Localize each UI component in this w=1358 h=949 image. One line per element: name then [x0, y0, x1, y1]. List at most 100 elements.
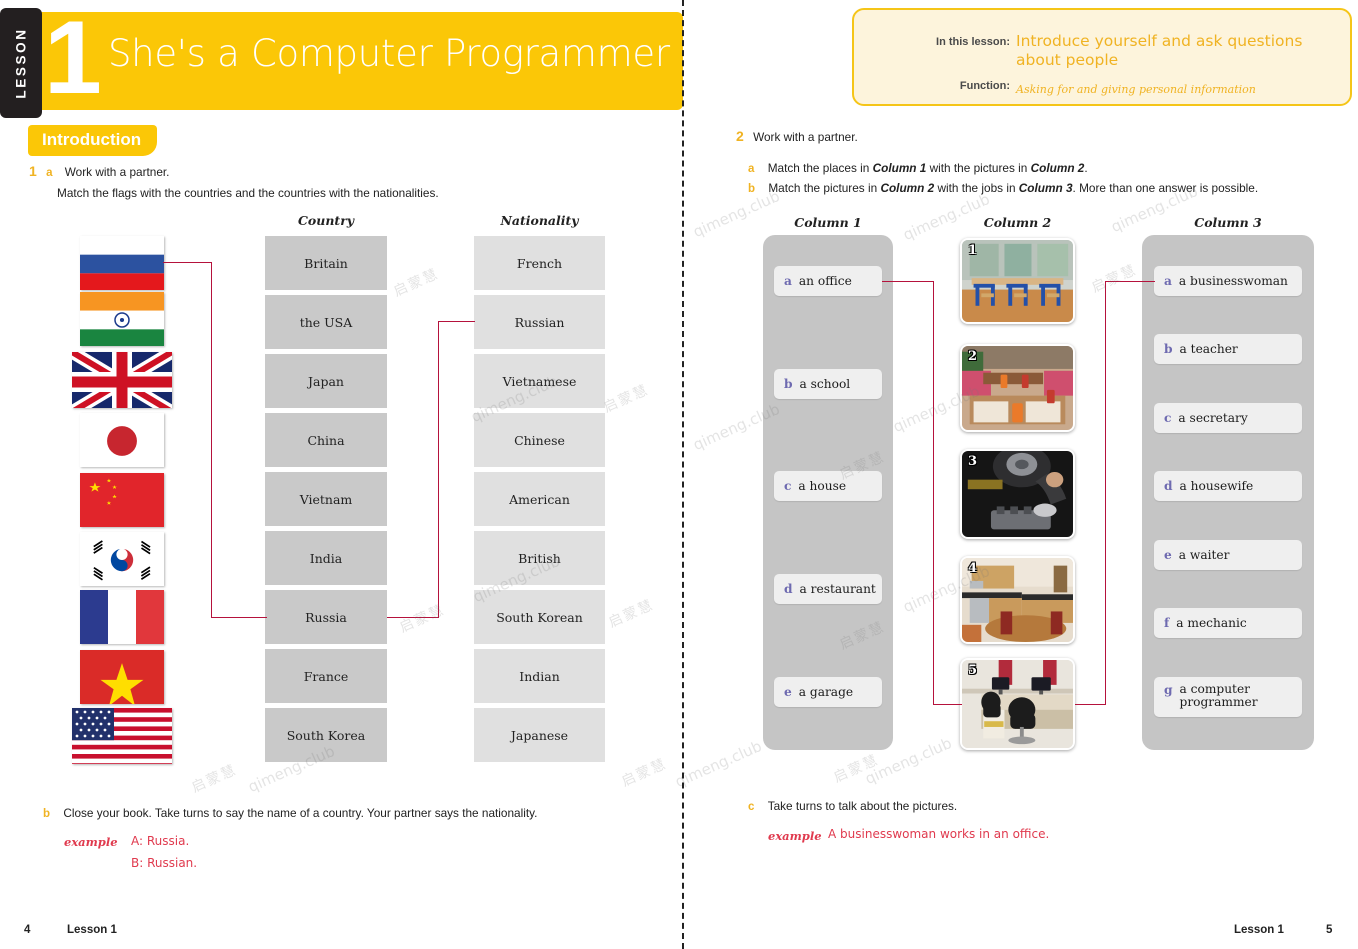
answer-line-place-to-picture	[933, 281, 935, 705]
caption-country: Country	[297, 213, 355, 228]
exercise-2b-row: b Match the pictures in Column 2 with th…	[748, 181, 1258, 195]
answer-line-picture-to-job	[1105, 281, 1107, 705]
left-page-number: 4	[24, 924, 31, 936]
russia-flag[interactable]	[80, 236, 164, 290]
photo-number: 3	[968, 454, 978, 469]
watermark-cn: 启蒙慧	[601, 381, 652, 416]
place-chip-an-office[interactable]: a an office	[774, 266, 882, 296]
nationality-box[interactable]: Indian	[474, 649, 605, 703]
nationality-box[interactable]: Japanese	[474, 708, 605, 762]
lesson-objectives-box: In this lesson: Introduce yourself and a…	[852, 8, 1352, 106]
chip-label: an office	[798, 274, 852, 288]
japan-flag[interactable]	[80, 413, 164, 467]
in-this-lesson-label: In this lesson:	[936, 36, 1010, 48]
nationality-box[interactable]: British	[474, 531, 605, 585]
china-flag[interactable]	[80, 473, 164, 527]
chip-letter: c	[1164, 411, 1172, 425]
usa-flag[interactable]	[72, 708, 172, 764]
nationality-box[interactable]: South Korean	[474, 590, 605, 644]
right-footer-label: Lesson 1	[1234, 924, 1284, 936]
function-value: Asking for and giving personal informati…	[1016, 83, 1256, 96]
answer-line-place-to-picture	[933, 704, 962, 706]
exercise-2a-bold1: Column 1	[872, 161, 927, 175]
office-photo[interactable]: 5	[960, 658, 1075, 750]
watermark-cn: 启蒙慧	[619, 755, 670, 790]
answer-line-place-to-picture	[882, 281, 934, 283]
chip-letter: d	[1164, 479, 1173, 493]
nationality-box[interactable]: Russian	[474, 295, 605, 349]
nationality-box[interactable]: French	[474, 236, 605, 290]
chip-label: a secretary	[1178, 411, 1248, 425]
chip-label: a waiter	[1178, 548, 1230, 562]
country-box[interactable]: France	[265, 649, 387, 703]
exercise-2-title: Work with a partner.	[753, 130, 858, 144]
place-chip-a-garage[interactable]: e a garage	[774, 677, 882, 707]
vietnam-flag[interactable]	[80, 650, 164, 704]
chip-letter: f	[1164, 616, 1170, 630]
job-chip-a-computer-programmer[interactable]: g a computer programmer	[1154, 677, 1302, 717]
caption-column-2: Column 2	[983, 215, 1052, 230]
country-box[interactable]: Japan	[265, 354, 387, 408]
chip-label: a housewife	[1179, 479, 1254, 493]
watermark-en: qimeng.club	[672, 736, 765, 792]
country-box[interactable]: China	[265, 413, 387, 467]
exercise-1a-letter: a	[46, 167, 53, 179]
caption-column-3: Column 3	[1194, 215, 1262, 230]
lesson-tab: LESSON	[0, 8, 42, 118]
answer-line-country-to-nationality	[438, 321, 440, 618]
country-box[interactable]: the USA	[265, 295, 387, 349]
watermark-cn: 启蒙慧	[831, 751, 882, 786]
exercise-2b-pre: Match the pictures in	[768, 181, 881, 195]
kitchen-photo[interactable]: 4	[960, 556, 1075, 644]
chip-letter: g	[1164, 683, 1173, 697]
chip-label: a house	[798, 479, 847, 493]
watermark-cn: 启蒙慧	[1089, 261, 1140, 296]
country-box[interactable]: India	[265, 531, 387, 585]
exercise-1a-heading: 1 a Work with a partner.	[29, 163, 169, 179]
chip-label: a teacher	[1179, 342, 1238, 356]
place-chip-a-house[interactable]: c a house	[774, 471, 882, 501]
exercise-2c-letter: c	[748, 801, 755, 813]
south-korea-flag[interactable]	[80, 532, 164, 586]
job-chip-a-businesswoman[interactable]: a a businesswoman	[1154, 266, 1302, 296]
watermark-cn: 启蒙慧	[606, 596, 657, 631]
exercise-2a-row: a Match the places in Column 1 with the …	[748, 161, 1088, 175]
place-chip-a-school[interactable]: b a school	[774, 369, 882, 399]
place-chip-a-restaurant[interactable]: d a restaurant	[774, 574, 882, 604]
page-spine-divider	[682, 0, 684, 949]
job-chip-a-waiter[interactable]: e a waiter	[1154, 540, 1302, 570]
caption-nationality: Nationality	[500, 213, 579, 228]
job-chip-a-mechanic[interactable]: f a mechanic	[1154, 608, 1302, 638]
country-box[interactable]: Vietnam	[265, 472, 387, 526]
france-flag[interactable]	[80, 590, 164, 644]
chip-label: a garage	[798, 685, 854, 699]
exercise-2b-letter: b	[748, 183, 756, 195]
exercise-2a-post: .	[1084, 161, 1088, 175]
country-box[interactable]: Britain	[265, 236, 387, 290]
nationality-box[interactable]: Vietnamese	[474, 354, 605, 408]
classroom-photo[interactable]: 1	[960, 238, 1075, 324]
exercise-2a-bold2: Column 2	[1030, 161, 1085, 175]
restaurant-photo[interactable]: 2	[960, 344, 1075, 432]
answer-line-flag-to-country	[211, 262, 213, 617]
country-box[interactable]: South Korea	[265, 708, 387, 762]
nationality-box[interactable]: Chinese	[474, 413, 605, 467]
india-flag[interactable]	[80, 292, 164, 346]
example-label: example	[768, 829, 822, 843]
job-chip-a-secretary[interactable]: c a secretary	[1154, 403, 1302, 433]
exercise-1-number: 1	[29, 163, 37, 179]
example-line: A businesswoman works in an office.	[828, 827, 1050, 841]
chip-letter: d	[784, 582, 793, 596]
country-box[interactable]: Russia	[265, 590, 387, 644]
chip-letter: e	[1164, 548, 1172, 562]
chip-letter: b	[784, 377, 793, 391]
example-label: example	[64, 835, 118, 849]
exercise-1b-text: Close your book. Take turns to say the n…	[63, 806, 538, 820]
mechanic-photo[interactable]: 3	[960, 449, 1075, 539]
exercise-2b-post: . More than one answer is possible.	[1072, 181, 1259, 195]
united-kingdom-flag[interactable]	[72, 352, 172, 408]
function-label: Function:	[959, 80, 1010, 92]
nationality-box[interactable]: American	[474, 472, 605, 526]
job-chip-a-housewife[interactable]: d a housewife	[1154, 471, 1302, 501]
job-chip-a-teacher[interactable]: b a teacher	[1154, 334, 1302, 364]
